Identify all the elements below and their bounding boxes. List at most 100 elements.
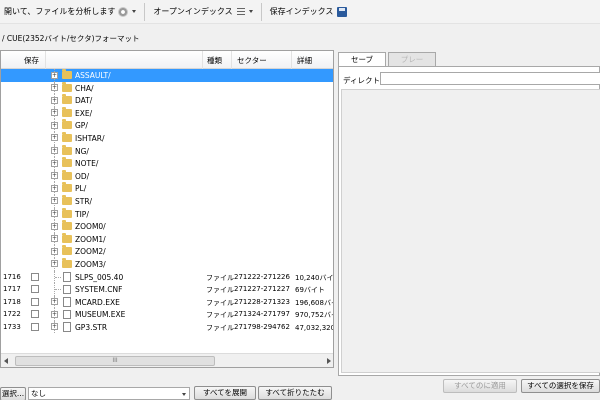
expand-icon[interactable]: +: [51, 159, 58, 167]
tree-row-file[interactable]: 1718 + MCARD.EXE ファイル271228-271323 196,608バイ…: [1, 295, 333, 309]
directory-input[interactable]: [380, 72, 600, 85]
save-all-selected-button[interactable]: すべての選択を保存: [521, 379, 600, 393]
selection-dropdown[interactable]: なし: [28, 387, 190, 400]
tree-row-file[interactable]: 1733 + GP3.STR ファイル271798-294762 47,032,320バ: [1, 320, 333, 334]
save-checkbox[interactable]: [31, 297, 39, 306]
tree-row-folder[interactable]: + ISHTAR/: [1, 131, 333, 145]
file-name: SYSTEM.CNF: [75, 285, 123, 295]
save-checkbox[interactable]: [31, 285, 39, 294]
apply-all-button[interactable]: すべてのに適用: [443, 379, 517, 393]
file-detail: 196,608バイト: [295, 298, 333, 307]
expand-icon[interactable]: +: [51, 222, 58, 230]
tree-row-folder[interactable]: + ZOOM3/: [1, 257, 333, 271]
file-name: GP3.STR: [75, 322, 108, 332]
file-sector: 271227-271227: [234, 285, 290, 294]
file-sector: 271222-271226: [234, 272, 290, 281]
file-icon: [63, 322, 71, 332]
column-type[interactable]: 種類: [207, 55, 222, 66]
save-checkbox[interactable]: [31, 272, 39, 281]
file-detail: 69バイト: [295, 286, 325, 295]
tree-row-file[interactable]: 1722 + MUSEUM.EXE ファイル 271324-271797 970,752バ…: [1, 308, 333, 321]
file-detail: 970,752バイト: [295, 311, 333, 320]
tree-rows: + ASSAULT/ + CHA/ + DAT/ + EXE/ + GP/ + ISHTAR/ + NG/…: [1, 69, 333, 334]
scrollbar-thumb[interactable]: III: [15, 356, 215, 366]
column-header: 保存 種類 セクター 詳細: [1, 51, 333, 69]
tree-row-folder[interactable]: + DAT/: [1, 94, 333, 107]
expand-icon[interactable]: +: [51, 134, 58, 142]
tree-row-file[interactable]: 1717 SYSTEM.CNF ファイル 271227-271227 69バイト: [1, 283, 333, 296]
expand-icon[interactable]: +: [51, 235, 58, 243]
folder-icon: [62, 157, 72, 168]
save-checkbox[interactable]: [31, 322, 39, 331]
horizontal-scrollbar[interactable]: III: [1, 353, 333, 367]
tree-row-folder[interactable]: + TIP/: [1, 207, 333, 221]
floppy-disk-icon: [337, 6, 348, 17]
format-info: / CUE(2352バイト/セクタ)フォーマット: [2, 34, 140, 43]
tree-row-file[interactable]: 1716 SLPS_005.40 ファイル 271222-271226 10,240バイ…: [1, 270, 333, 284]
column-divider: [291, 51, 292, 69]
folder-name: TIP/: [75, 209, 89, 219]
list-icon: [236, 7, 245, 16]
tree-row-folder[interactable]: + EXE/: [1, 106, 333, 120]
expand-icon[interactable]: +: [51, 210, 58, 218]
tree-row-folder[interactable]: + CHA/: [1, 81, 333, 95]
expand-icon[interactable]: +: [51, 71, 58, 79]
column-sector[interactable]: セクター: [237, 55, 267, 66]
expand-icon[interactable]: +: [51, 109, 58, 117]
expand-icon[interactable]: +: [51, 197, 58, 205]
tree-row-folder[interactable]: + PL/: [1, 182, 333, 195]
file-name: MCARD.EXE: [75, 297, 120, 307]
expand-icon[interactable]: +: [51, 247, 58, 255]
folder-icon: [62, 207, 72, 218]
tree-row-folder[interactable]: + ASSAULT/: [1, 69, 333, 82]
row-index: 1722: [3, 310, 21, 319]
column-save[interactable]: 保存: [24, 55, 39, 66]
gear-icon: [118, 6, 129, 17]
tree-row-folder[interactable]: + OD/: [1, 169, 333, 183]
file-type: ファイル: [206, 286, 234, 295]
file-icon: [63, 284, 71, 295]
folder-name: EXE/: [75, 108, 93, 118]
save-index-label: 保存インデックス: [269, 7, 334, 16]
expand-all-button[interactable]: すべてを展開: [194, 386, 256, 400]
expand-icon[interactable]: +: [51, 260, 58, 268]
folder-icon: [62, 131, 72, 142]
collapse-all-button[interactable]: すべて折りたたむ: [258, 386, 332, 400]
tree-row-folder[interactable]: + ZOOM2/: [1, 245, 333, 258]
tab-save[interactable]: セーブ: [338, 52, 386, 66]
folder-name: NG/: [75, 146, 89, 156]
folder-name: DAT/: [75, 96, 93, 106]
folder-icon: [62, 69, 72, 79]
tree-row-folder[interactable]: + NG/: [1, 144, 333, 158]
tree-row-folder[interactable]: + STR/: [1, 194, 333, 208]
scroll-right-icon[interactable]: [327, 358, 331, 364]
save-index-button[interactable]: 保存インデックス: [266, 2, 352, 22]
file-icon: [63, 309, 71, 320]
tree-row-folder[interactable]: + ZOOM1/: [1, 232, 333, 246]
expand-icon[interactable]: +: [51, 184, 58, 192]
column-detail[interactable]: 詳細: [297, 55, 312, 66]
expand-icon[interactable]: +: [51, 121, 58, 129]
expand-icon[interactable]: +: [51, 172, 58, 180]
expand-icon[interactable]: +: [51, 310, 58, 318]
scroll-left-icon[interactable]: [4, 358, 8, 364]
file-sector: 271798-294762: [234, 322, 290, 331]
save-checkbox[interactable]: [31, 310, 39, 319]
tree-row-folder[interactable]: + ZOOM0/: [1, 220, 333, 233]
select-button[interactable]: 選択...: [0, 387, 26, 400]
expand-icon[interactable]: +: [51, 147, 58, 155]
folder-icon: [62, 257, 72, 268]
column-divider: [231, 51, 232, 69]
file-type: ファイル: [206, 323, 234, 332]
expand-icon[interactable]: +: [51, 298, 58, 306]
tree-row-folder[interactable]: + NOTE/: [1, 157, 333, 170]
folder-name: GP/: [75, 121, 88, 131]
open-index-button[interactable]: オープンインデックス: [149, 2, 256, 22]
expand-icon[interactable]: +: [51, 323, 58, 331]
expand-icon[interactable]: +: [51, 84, 58, 92]
file-type: ファイル: [206, 311, 234, 320]
expand-icon[interactable]: +: [51, 96, 58, 104]
analyze-file-button[interactable]: 開いて、ファイルを分析します: [0, 2, 140, 22]
tree-row-folder[interactable]: + GP/: [1, 119, 333, 132]
tab-preview[interactable]: プレー: [388, 52, 436, 66]
